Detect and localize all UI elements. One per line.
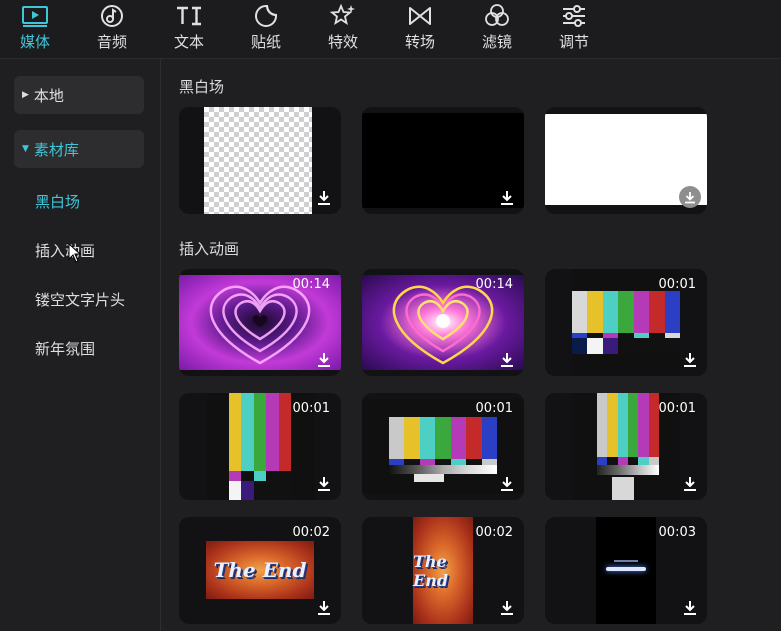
download-icon[interactable]: [683, 600, 697, 616]
media-card-colorbars-2[interactable]: 00:01: [179, 393, 341, 500]
duration-label: 00:02: [292, 525, 330, 540]
tab-label: 调节: [558, 33, 589, 51]
duration-label: 00:03: [658, 525, 696, 540]
download-icon[interactable]: [500, 600, 514, 616]
tab-text[interactable]: 文本: [154, 0, 224, 56]
tab-label: 文本: [173, 33, 204, 51]
tab-sticker[interactable]: 贴纸: [231, 0, 301, 56]
download-icon[interactable]: [500, 352, 514, 368]
tab-label: 滤镜: [481, 33, 512, 51]
sidebar-folder-label: 素材库: [33, 140, 79, 159]
tab-effects[interactable]: 特效: [308, 0, 378, 56]
media-card-loading[interactable]: 00:03: [545, 517, 707, 624]
top-toolbar: 媒体 音频 文本 贴纸 特效 转场 滤镜 调节: [0, 0, 781, 59]
tab-adjust[interactable]: 调节: [539, 0, 609, 56]
sidebar-folder-local[interactable]: ▶ 本地: [14, 76, 144, 114]
section-title: 插入动画: [179, 240, 240, 258]
music-note-icon: [100, 3, 124, 29]
media-library-panel: 黑白场 插入动画 00:14 00:14 00:01 00:01 00:01 0…: [161, 59, 781, 631]
sidebar-folder-library[interactable]: ▼ 素材库: [14, 130, 144, 168]
sidebar-item-insert-animation[interactable]: 插入动画: [35, 240, 95, 261]
download-icon[interactable]: [500, 476, 514, 492]
media-card-white[interactable]: [545, 107, 707, 214]
download-icon[interactable]: [679, 186, 701, 208]
download-icon[interactable]: [683, 352, 697, 368]
download-icon[interactable]: [683, 476, 697, 492]
download-icon[interactable]: [317, 600, 331, 616]
duration-label: 00:14: [292, 277, 330, 292]
media-card-heart-2[interactable]: 00:14: [362, 269, 524, 376]
tab-label: 转场: [404, 33, 435, 51]
media-card-the-end-2[interactable]: The End 00:02: [362, 517, 524, 624]
tab-filter[interactable]: 滤镜: [462, 0, 532, 56]
tab-media[interactable]: 媒体: [0, 0, 70, 56]
media-play-icon: [21, 3, 49, 29]
section-title: 黑白场: [179, 78, 225, 96]
loading-thumbnail: [596, 517, 656, 624]
transition-bowtie-icon: [407, 3, 433, 29]
tab-label: 音频: [96, 33, 127, 51]
duration-label: 00:01: [292, 401, 330, 416]
tab-label: 媒体: [19, 33, 50, 51]
media-card-colorbars-3[interactable]: 00:01: [362, 393, 524, 500]
the-end-thumbnail: The End: [413, 517, 473, 624]
download-icon[interactable]: [317, 476, 331, 492]
media-card-heart-1[interactable]: 00:14: [179, 269, 341, 376]
duration-label: 00:02: [475, 525, 513, 540]
download-icon[interactable]: [317, 352, 331, 368]
filter-circles-icon: [484, 3, 510, 29]
media-card-colorbars-1[interactable]: 00:01: [545, 269, 707, 376]
media-card-black[interactable]: [362, 107, 524, 214]
transparent-thumbnail: [204, 107, 312, 214]
sidebar: ▶ 本地 ▼ 素材库 黑白场 插入动画 镂空文字片头 新年氛围: [0, 59, 161, 631]
sidebar-folder-label: 本地: [33, 86, 64, 105]
download-icon[interactable]: [500, 190, 514, 206]
tab-transition[interactable]: 转场: [385, 0, 455, 56]
media-card-the-end-1[interactable]: The End 00:02: [179, 517, 341, 624]
tab-audio[interactable]: 音频: [77, 0, 147, 56]
duration-label: 00:01: [658, 401, 696, 416]
sticker-icon: [254, 3, 278, 29]
tab-label: 特效: [327, 33, 358, 51]
media-card-colorbars-4[interactable]: 00:01: [545, 393, 707, 500]
adjust-sliders-icon: [561, 3, 587, 29]
media-card-transparent[interactable]: [179, 107, 341, 214]
duration-label: 00:01: [658, 277, 696, 292]
sidebar-item-new-year[interactable]: 新年氛围: [35, 338, 95, 359]
duration-label: 00:01: [475, 401, 513, 416]
mouse-cursor-icon: [68, 243, 82, 263]
caret-right-icon: ▶: [22, 90, 29, 100]
caret-down-icon: ▼: [22, 144, 29, 154]
effects-star-icon: [330, 3, 356, 29]
duration-label: 00:14: [475, 277, 513, 292]
sidebar-item-black-white[interactable]: 黑白场: [35, 191, 80, 212]
tab-label: 贴纸: [250, 33, 281, 51]
sidebar-item-hollow-text-intro[interactable]: 镂空文字片头: [35, 289, 125, 310]
text-ti-icon: [174, 3, 204, 29]
download-icon[interactable]: [317, 190, 331, 206]
loading-bar: [606, 567, 646, 571]
the-end-thumbnail: The End: [206, 541, 314, 599]
